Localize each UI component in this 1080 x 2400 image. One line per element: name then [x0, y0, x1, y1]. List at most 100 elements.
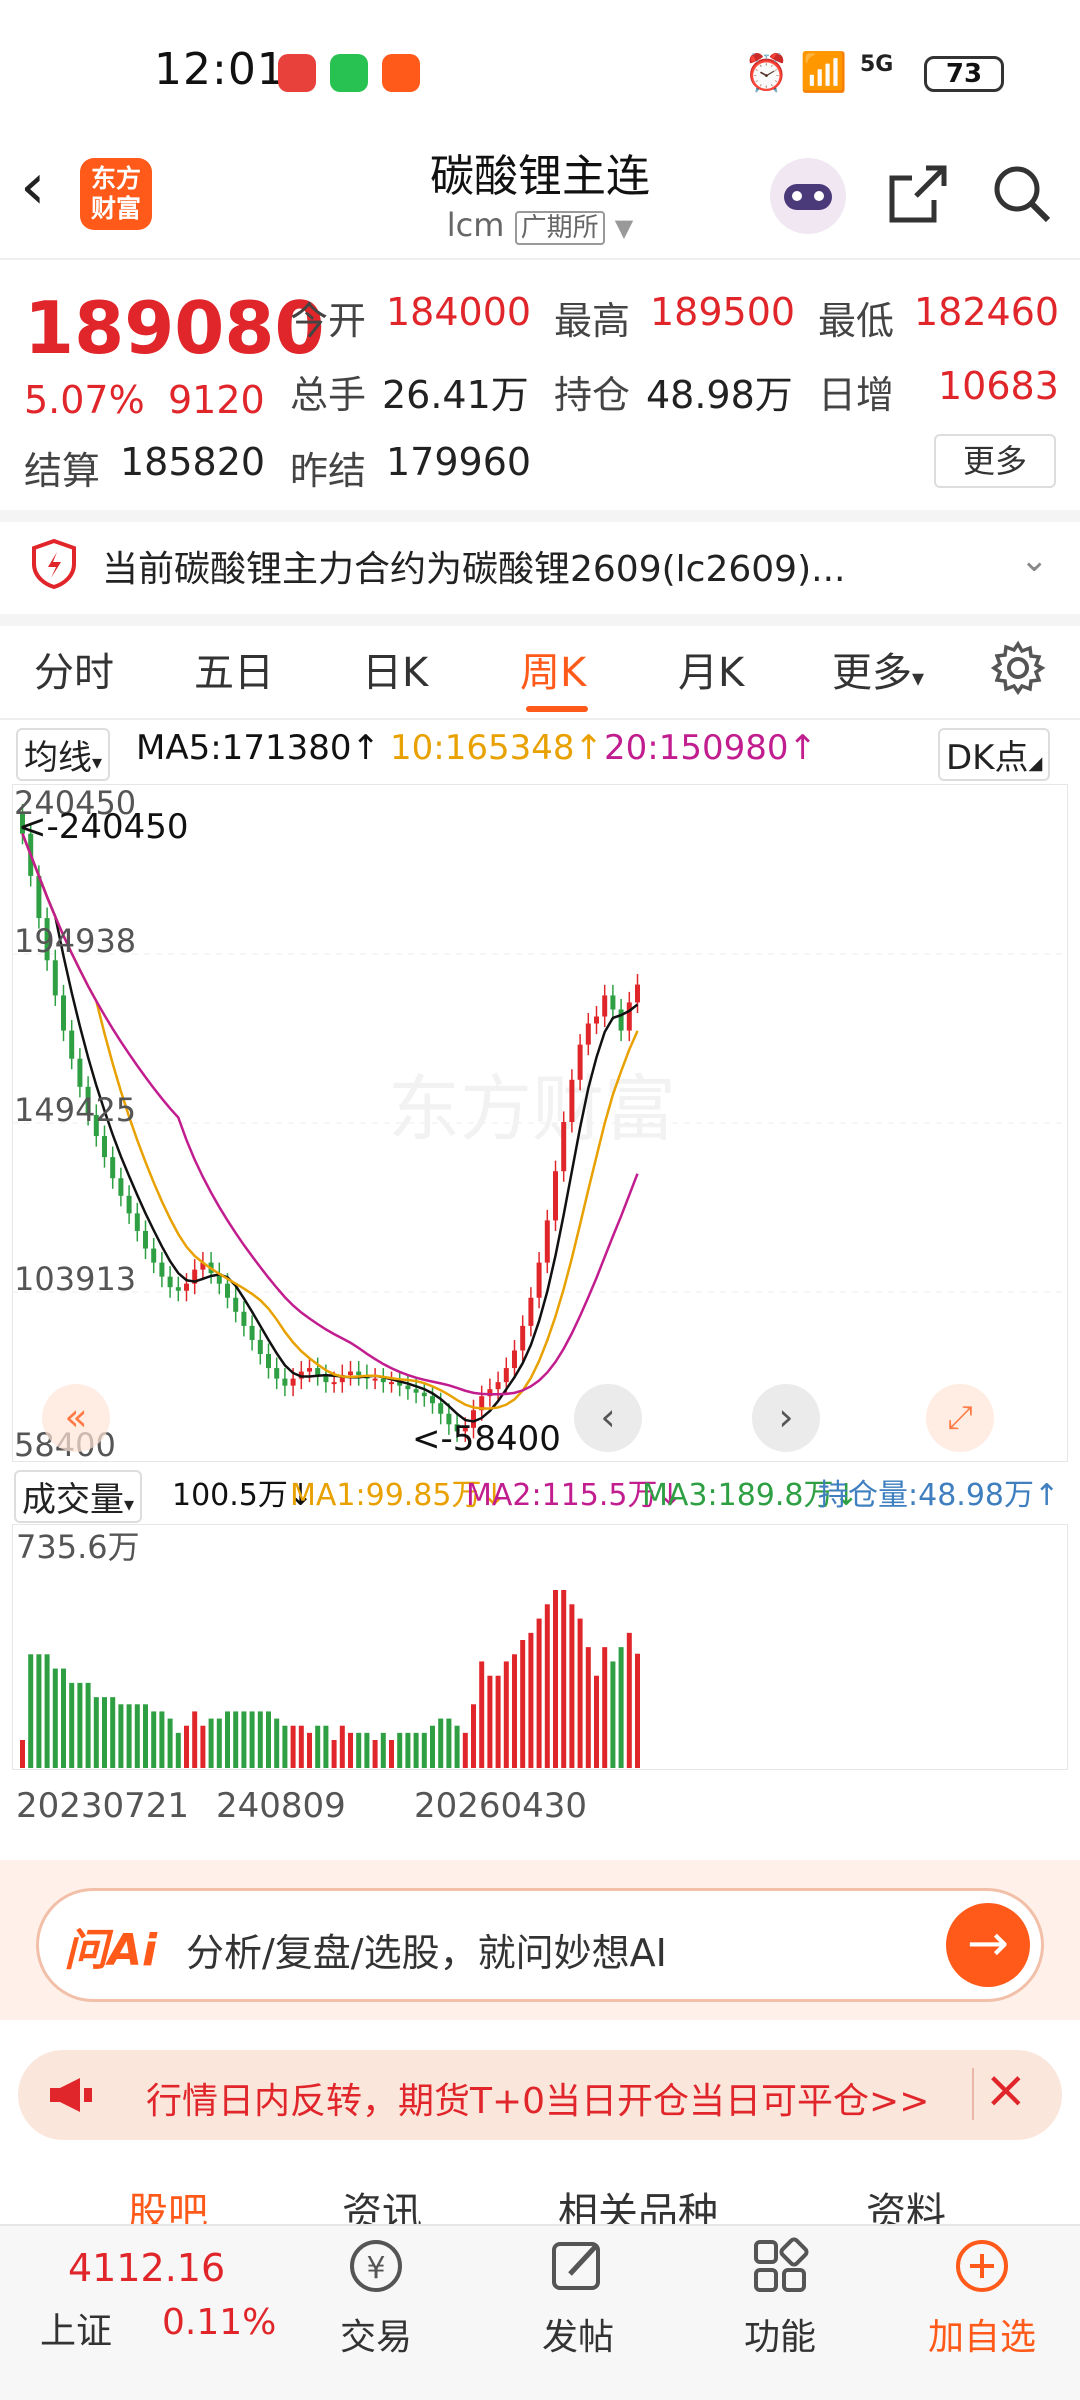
settle-value: 185820 — [120, 440, 266, 484]
yen-glyph: ¥ — [366, 2251, 385, 2286]
close-icon[interactable]: × — [984, 2060, 1028, 2120]
volume-bar — [462, 1732, 468, 1768]
candle — [544, 1220, 550, 1263]
tab-five-day[interactable]: 五日 — [194, 640, 274, 698]
candle — [61, 995, 66, 1031]
nav-functions[interactable]: 功能 — [710, 2308, 850, 2360]
tab-monthly-k[interactable]: 月K — [678, 640, 744, 698]
add-watchlist-icon[interactable] — [912, 2234, 1052, 2311]
candle — [438, 1403, 444, 1414]
volume-bar — [471, 1704, 476, 1768]
scroll-left-fast-icon[interactable]: « — [42, 1384, 110, 1452]
volume-selector-label: 成交量 — [22, 1480, 124, 1520]
candle — [520, 1325, 526, 1351]
candle — [52, 960, 58, 996]
volume-bar — [577, 1618, 583, 1768]
volume-bar — [52, 1668, 58, 1768]
volume-bar — [36, 1654, 42, 1768]
notice-divider — [0, 614, 1080, 626]
prev-candle-icon[interactable]: ‹ — [574, 1384, 642, 1452]
volume-bar — [216, 1718, 222, 1768]
nav-divider — [0, 258, 1080, 260]
volume-bar — [544, 1604, 550, 1768]
watermark: 东方财富 — [388, 1070, 676, 1150]
volume-bar — [192, 1711, 198, 1768]
k-line-chart[interactable]: 东方财富 240450 194938 149425 103913 58400 <… — [12, 784, 1068, 1462]
index-value[interactable]: 4112.16 — [68, 2246, 225, 2290]
volume-bar — [479, 1661, 485, 1768]
y-tick-1: 194938 — [14, 922, 136, 960]
x-tick-2: 20260430 — [414, 1786, 588, 1826]
change-pct: 5.07% — [24, 378, 145, 422]
nav-add-watchlist[interactable]: 加自选 — [912, 2308, 1052, 2360]
quote-divider — [0, 510, 1080, 522]
volume-indicator-selector[interactable]: 成交量▾ — [14, 1470, 143, 1523]
post-icon[interactable] — [508, 2234, 648, 2311]
volume-bar — [323, 1725, 329, 1768]
settle-label: 结算 — [24, 449, 101, 493]
tab-daily-k[interactable]: 日K — [362, 640, 428, 698]
search-icon[interactable] — [990, 162, 1054, 230]
candle — [389, 1382, 394, 1385]
candle — [274, 1368, 280, 1379]
ai-robot-icon[interactable] — [770, 158, 846, 234]
next-candle-icon[interactable]: › — [752, 1384, 820, 1452]
settings-gear-icon[interactable] — [990, 640, 1046, 700]
ma-selector[interactable]: 均线▾ — [16, 728, 111, 781]
huawei-app-icon — [278, 54, 316, 92]
volume-bar — [126, 1704, 132, 1768]
volume-bar — [241, 1711, 247, 1768]
candle — [512, 1350, 517, 1369]
y-tick-2: 149425 — [14, 1091, 136, 1129]
candle — [77, 1058, 83, 1087]
dk-point-toggle[interactable]: DK点◢ — [938, 728, 1051, 781]
fullscreen-icon[interactable]: ⤢ — [926, 1384, 994, 1452]
volume-bar — [290, 1725, 296, 1768]
volume-chart[interactable]: 735.6万 — [12, 1524, 1068, 1770]
tab-intraday[interactable]: 分时 — [34, 640, 114, 698]
trade-icon[interactable]: ¥ — [306, 2234, 446, 2311]
volume-bar — [594, 1675, 599, 1768]
candle — [110, 1157, 116, 1179]
volume-bar — [134, 1704, 140, 1768]
index-change[interactable]: 0.11% — [162, 2302, 276, 2343]
candle — [405, 1385, 411, 1390]
volume-bar — [28, 1654, 34, 1768]
main-contract-notice[interactable]: 当前碳酸锂主力合约为碳酸锂2609(lc2609)... — [102, 540, 845, 592]
nav-trade[interactable]: 交易 — [306, 2308, 446, 2360]
candle — [553, 1171, 558, 1221]
ai-logo: 问Ai — [64, 1925, 158, 1976]
volume-bar — [257, 1711, 263, 1768]
share-icon[interactable] — [886, 162, 950, 230]
volume-bar — [520, 1640, 526, 1768]
chevron-down-icon[interactable]: ⌄ — [1020, 540, 1049, 580]
volume-bar — [569, 1604, 575, 1768]
volume-bar — [446, 1718, 452, 1768]
candle — [380, 1378, 386, 1383]
volume-bar — [167, 1718, 173, 1768]
high-annotation: <-240450 — [18, 807, 189, 847]
tab-weekly-k[interactable]: 周K — [520, 640, 586, 698]
volume-bar — [356, 1732, 362, 1768]
candle — [577, 1044, 583, 1080]
nav-post[interactable]: 发帖 — [508, 2308, 648, 2360]
megaphone-icon — [46, 2074, 96, 2120]
volume-bar — [503, 1661, 509, 1768]
index-name[interactable]: 上证 — [40, 2302, 112, 2354]
ai-placeholder[interactable]: 分析/复盘/选股，就问妙想AI — [186, 1922, 667, 1977]
volume-bar — [298, 1725, 304, 1768]
candle — [151, 1248, 157, 1263]
tab-more[interactable]: 更多▾ — [832, 640, 924, 698]
more-quote-button[interactable]: 更多 — [934, 434, 1056, 488]
promo-text[interactable]: 行情日内反转，期货T+0当日开仓当日可平仓>> — [146, 2072, 929, 2124]
volume-bar — [495, 1675, 501, 1768]
ai-submit-arrow-icon[interactable]: → — [946, 1903, 1030, 1987]
prev-settle-label: 昨结 — [290, 449, 367, 493]
ma-selector-caret-icon: ▾ — [92, 750, 103, 774]
volume-bar — [110, 1697, 116, 1768]
functions-icon[interactable] — [710, 2234, 850, 2311]
volume-bar — [249, 1711, 255, 1768]
candle — [257, 1339, 263, 1355]
volume-bar — [380, 1732, 386, 1768]
candle — [413, 1389, 419, 1393]
